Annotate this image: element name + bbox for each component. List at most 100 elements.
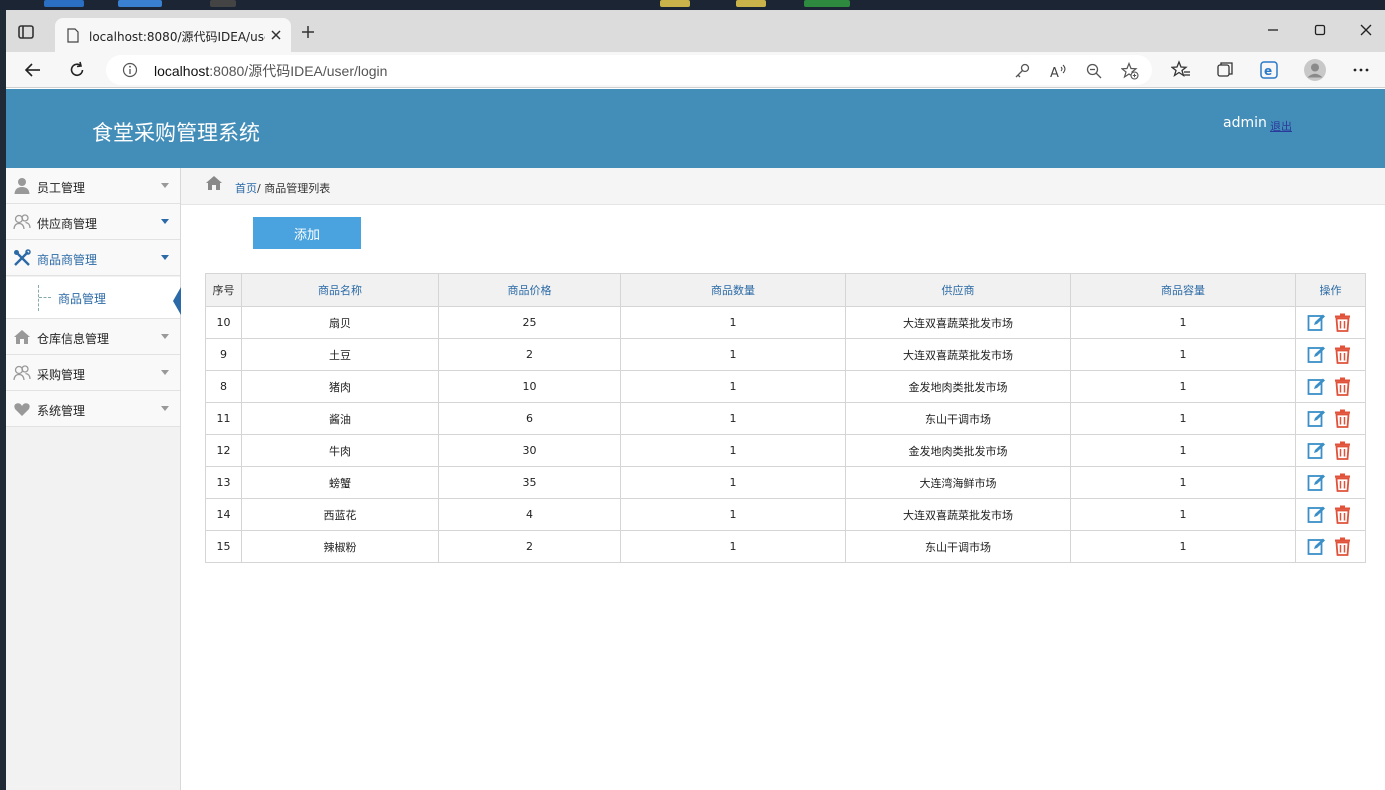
column-header: 商品数量 [620, 273, 846, 307]
chevron-down-icon [161, 334, 169, 339]
delete-icon[interactable] [1333, 377, 1352, 396]
read-aloud-icon[interactable]: A [1049, 62, 1067, 80]
table-cell: 4 [438, 498, 621, 531]
sidebar-item-warehouse[interactable]: 仓库信息管理 [6, 319, 180, 355]
table-row: 14 西蓝花 4 1 大连双喜蔬菜批发市场 1 [205, 498, 1366, 531]
favorites-icon[interactable] [1171, 60, 1191, 80]
browser-window: localhost:8080/源代码IDEA/user/ localhost:8… [6, 10, 1385, 790]
breadcrumb-current: 商品管理列表 [260, 182, 331, 195]
sidebar-item-employee[interactable]: 员工管理 [6, 168, 180, 204]
actions-cell [1295, 434, 1366, 467]
table-row: 11 酱油 6 1 东山干调市场 1 [205, 402, 1366, 435]
username-label: admin [1223, 115, 1267, 131]
users-icon [13, 214, 31, 230]
delete-icon[interactable] [1333, 441, 1352, 460]
table-row: 13 螃蟹 35 1 大连湾海鲜市场 1 [205, 466, 1366, 499]
table-cell: 1 [1070, 434, 1296, 467]
profile-avatar-icon[interactable] [1304, 59, 1326, 81]
minimize-icon[interactable] [1265, 22, 1281, 38]
table-row: 9 土豆 2 1 大连双喜蔬菜批发市场 1 [205, 338, 1366, 371]
table-cell: 大连湾海鲜市场 [845, 466, 1071, 499]
breadcrumb-home-link[interactable]: 首页 [235, 182, 257, 195]
back-icon[interactable] [23, 60, 43, 80]
edit-icon[interactable] [1307, 345, 1326, 364]
sidebar-item-system[interactable]: 系统管理 [6, 391, 180, 427]
svg-text:e: e [1264, 64, 1272, 78]
more-menu-icon[interactable] [1351, 60, 1371, 80]
table-cell: 1 [620, 434, 846, 467]
user-icon [14, 178, 30, 194]
edit-icon[interactable] [1307, 313, 1326, 332]
edit-icon[interactable] [1307, 505, 1326, 524]
edit-icon[interactable] [1307, 473, 1326, 492]
add-favorite-icon[interactable] [1121, 62, 1139, 80]
edge-icon[interactable]: e [1259, 60, 1279, 80]
table-cell: 1 [1070, 370, 1296, 403]
table-cell: 1 [620, 466, 846, 499]
zoom-out-icon[interactable] [1085, 62, 1103, 80]
table-cell: 东山干调市场 [845, 402, 1071, 435]
table-row: 8 猪肉 10 1 金发地肉类批发市场 1 [205, 370, 1366, 403]
collections-icon[interactable] [1215, 60, 1235, 80]
chevron-down-icon [161, 255, 169, 260]
table-cell: 1 [1070, 402, 1296, 435]
refresh-icon[interactable] [67, 60, 87, 80]
sidebar-subitem-label: 商品管理 [58, 292, 107, 306]
column-header: 序号 [205, 273, 242, 307]
close-window-icon[interactable] [1358, 22, 1374, 38]
tab-bar: localhost:8080/源代码IDEA/user/ [6, 10, 1385, 52]
table-cell: 土豆 [241, 338, 439, 371]
table-row: 12 牛肉 30 1 金发地肉类批发市场 1 [205, 434, 1366, 467]
taskbar-app-icon [736, 0, 766, 7]
actions-cell [1295, 498, 1366, 531]
table-cell: 扇贝 [241, 306, 439, 339]
edit-icon[interactable] [1307, 409, 1326, 428]
logout-link[interactable]: 退出 [1270, 118, 1292, 134]
sidebar-item-label: 供应商管理 [37, 217, 98, 231]
delete-icon[interactable] [1333, 345, 1352, 364]
edit-icon[interactable] [1307, 537, 1326, 556]
sidebar-item-supplier[interactable]: 供应商管理 [6, 204, 180, 240]
maximize-icon[interactable] [1312, 22, 1328, 38]
table-cell: 1 [1070, 498, 1296, 531]
page-header: 食堂采购管理系统 admin 退出 [6, 89, 1385, 168]
tools-icon [14, 249, 31, 266]
close-tab-icon[interactable] [269, 28, 283, 42]
delete-icon[interactable] [1333, 409, 1352, 428]
delete-icon[interactable] [1333, 505, 1352, 524]
edit-icon[interactable] [1307, 441, 1326, 460]
table-cell: 金发地肉类批发市场 [845, 370, 1071, 403]
delete-icon[interactable] [1333, 537, 1352, 556]
url-path: :8080/源代码IDEA/user/login [209, 63, 388, 79]
delete-icon[interactable] [1333, 313, 1352, 332]
sidebar-item-goods[interactable]: 商品商管理 [6, 240, 180, 276]
site-info-icon[interactable] [122, 62, 138, 78]
browser-tab[interactable]: localhost:8080/源代码IDEA/user/ [55, 18, 291, 52]
table-cell: 1 [1070, 338, 1296, 371]
delete-icon[interactable] [1333, 473, 1352, 492]
table-cell: 金发地肉类批发市场 [845, 434, 1071, 467]
table-cell: 12 [205, 434, 242, 467]
table-cell: 1 [620, 402, 846, 435]
edit-icon[interactable] [1307, 377, 1326, 396]
home-icon [14, 330, 30, 344]
table-cell: 牛肉 [241, 434, 439, 467]
table-cell: 1 [620, 306, 846, 339]
key-icon[interactable] [1013, 62, 1031, 80]
add-button[interactable]: 添加 [253, 217, 361, 249]
table-cell: 25 [438, 306, 621, 339]
heart-icon [14, 403, 30, 416]
sidebar-item-purchase[interactable]: 采购管理 [6, 355, 180, 391]
new-tab-icon[interactable] [300, 24, 316, 40]
table-cell: 2 [438, 530, 621, 563]
table-row: 10 扇贝 25 1 大连双喜蔬菜批发市场 1 [205, 306, 1366, 339]
sidebar-subitem-goods-management[interactable]: 商品管理 [6, 277, 181, 319]
url-box[interactable]: localhost:8080/源代码IDEA/user/login A [106, 55, 1152, 85]
table-header-row: 序号 商品名称 商品价格 商品数量 供应商 商品容量 操作 [205, 273, 1366, 307]
table-cell: 2 [438, 338, 621, 371]
chevron-down-icon [161, 370, 169, 375]
table-cell: 猪肉 [241, 370, 439, 403]
tab-actions-icon[interactable] [16, 22, 36, 42]
users-icon [13, 365, 31, 381]
url-host: localhost [154, 63, 210, 79]
